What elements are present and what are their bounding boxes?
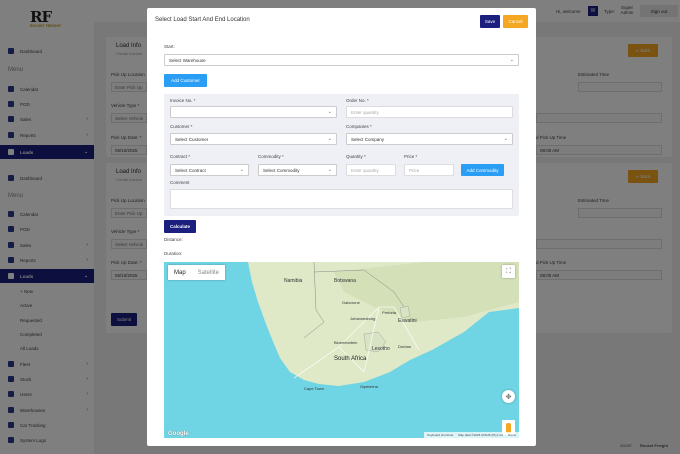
invoice-label: Invoice No. * [170, 98, 196, 103]
route-map[interactable]: Map Satellite ⛶ ✥ Namibia Botswana Gabor… [164, 262, 519, 438]
map-data-text: Map data ©2025 AfriGIS (Pty) Ltd [458, 433, 503, 437]
comment-textarea[interactable] [170, 189, 513, 209]
eswatini-shape [399, 305, 411, 319]
map-type-toggle: Map Satellite [168, 265, 226, 280]
calculate-button[interactable]: Calculate [164, 220, 196, 233]
fullscreen-icon[interactable]: ⛶ [502, 265, 515, 278]
start-label: Start: [164, 44, 175, 49]
add-commodity-button[interactable]: Add Commodity [461, 164, 504, 176]
customer-select[interactable]: Select Customer ⌄ [170, 133, 337, 145]
customer-label: Customer * [170, 124, 193, 129]
quantity-label: Quantity * [346, 154, 366, 159]
invoice-select[interactable]: ⌄ [170, 106, 337, 118]
map-label-pretoria: Pretoria [382, 310, 397, 315]
map-label-namibia: Namibia [284, 278, 303, 284]
comment-label: Comment [170, 180, 190, 185]
google-logo: Google [168, 431, 189, 437]
distance-label: Distance: [164, 237, 183, 242]
save-button[interactable]: Save [480, 15, 500, 28]
contract-label: Contract * [170, 154, 191, 159]
add-customer-button[interactable]: Add Customer [164, 74, 207, 87]
duration-label: Duration: [164, 251, 183, 256]
map-label-lesotho: Lesotho [372, 346, 390, 352]
map-attribution: Keyboard shortcuts Map data ©2025 AfriGI… [424, 432, 519, 438]
companies-select[interactable]: Select Company ⌄ [346, 133, 513, 145]
map-label-durban: Durban [398, 344, 412, 349]
order-label: Order No. * [346, 98, 369, 103]
map-land-shapes [248, 262, 519, 386]
quantity-input[interactable]: Enter quantity [346, 164, 396, 176]
chevron-down-icon: ⌄ [239, 167, 244, 173]
contract-select[interactable]: Select Contract ⌄ [170, 164, 249, 176]
commodity-label: Commodity * [258, 154, 284, 159]
map-type-satellite[interactable]: Satellite [192, 265, 225, 280]
chevron-down-icon: ⌄ [327, 167, 332, 173]
map-label-gqeberha: Gqeberha [360, 384, 378, 389]
start-warehouse-select[interactable]: Select Warehouse ⌄ [164, 54, 519, 66]
map-label-johannesburg: Johannesburg [350, 316, 376, 321]
modal-title: Select Load Start And End Location [155, 17, 250, 23]
map-label-eswatini: Eswatini [398, 318, 417, 324]
cancel-button[interactable]: Cancel [503, 15, 528, 28]
chevron-down-icon: ⌄ [327, 136, 332, 142]
keyboard-shortcuts-link[interactable]: Keyboard shortcuts [427, 433, 453, 437]
companies-label: Companies * [346, 124, 372, 129]
pan-control-icon[interactable]: ✥ [502, 390, 515, 403]
chevron-down-icon: ⌄ [509, 57, 514, 63]
map-label-botswana: Botswana [334, 278, 356, 284]
map-label-bloemfontein: Bloemfontein [334, 340, 358, 345]
order-input[interactable]: Enter quantity [346, 106, 513, 118]
map-label-south-africa: South Africa [334, 356, 367, 362]
map-type-map[interactable]: Map [168, 265, 192, 280]
map-label-gaborone: Gaborone [342, 300, 360, 305]
chevron-down-icon: ⌄ [327, 109, 332, 115]
price-input[interactable]: Price [404, 164, 454, 176]
location-modal: Select Load Start And End Location Save … [147, 8, 536, 446]
price-label: Price * [404, 154, 418, 159]
terms-link[interactable]: Terms [508, 433, 516, 437]
commodity-select[interactable]: Select Commodity ⌄ [258, 164, 337, 176]
map-label-cape-town: Cape Town [304, 386, 324, 391]
chevron-down-icon: ⌄ [503, 136, 508, 142]
